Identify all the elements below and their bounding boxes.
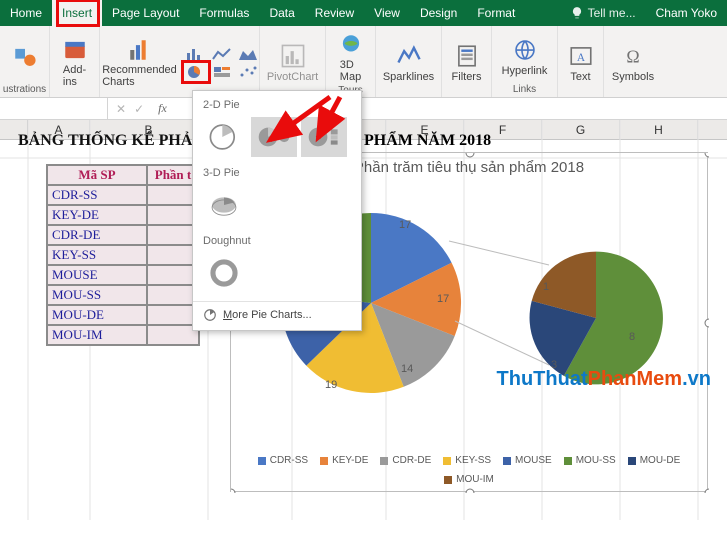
3d-map-button[interactable]: 3D Map <box>336 30 366 85</box>
table-cell[interactable]: MOU-IM <box>47 325 147 345</box>
pivotchart-button[interactable]: PivotChart <box>265 41 320 85</box>
table-cell[interactable]: MOU-SS <box>47 285 147 305</box>
tab-design[interactable]: Design <box>410 0 467 26</box>
account-user[interactable]: Cham Yoko <box>646 0 727 26</box>
dropdown-header-doughnut: Doughnut <box>193 233 361 253</box>
tab-review[interactable]: Review <box>305 0 364 26</box>
cancel-formula-icon[interactable]: ✕ <box>116 102 126 116</box>
name-box[interactable] <box>0 98 108 119</box>
recommended-charts-icon <box>127 37 153 63</box>
sparklines-button[interactable]: Sparklines <box>381 41 436 85</box>
tab-insert[interactable]: Insert <box>52 0 102 26</box>
symbols-button[interactable]: Ω Symbols <box>610 41 656 85</box>
pie-option-doughnut[interactable] <box>201 253 247 293</box>
formula-bar: ✕ ✓ fx <box>0 98 727 120</box>
group-label-illustrations: ustrations <box>3 84 46 95</box>
fx-icon[interactable]: fx <box>152 101 173 116</box>
tell-me-search[interactable]: Tell me... <box>560 0 646 26</box>
insert-scatter-chart-button[interactable] <box>237 64 259 80</box>
pie-icon <box>203 308 217 322</box>
svg-text:A: A <box>576 51 585 63</box>
pie-option-pie-of-pie[interactable] <box>251 117 297 157</box>
shapes-icon <box>12 44 38 70</box>
sparkline-icon <box>396 43 422 69</box>
data-label: 8 <box>629 331 635 343</box>
globe-icon <box>338 32 364 58</box>
textbox-icon: A <box>568 43 594 69</box>
sheet-title-left: BẢNG THỐNG KÊ PHẢN <box>18 132 204 150</box>
tab-view[interactable]: View <box>364 0 410 26</box>
illustrations-placeholder[interactable] <box>10 42 40 72</box>
tab-page-layout[interactable]: Page Layout <box>102 0 189 26</box>
lightbulb-icon <box>570 6 584 20</box>
table-cell[interactable]: MOUSE <box>47 265 147 285</box>
more-pie-charts-button[interactable]: MMore Pie Charts...ore Pie Charts... <box>193 301 361 326</box>
text-button[interactable]: A Text <box>566 41 596 85</box>
data-label: 1 <box>543 281 549 293</box>
insert-hierarchy-chart-button[interactable] <box>211 64 233 80</box>
sheet-title-right: PHẨM NĂM 2018 <box>364 132 491 150</box>
omega-icon: Ω <box>620 43 646 69</box>
hyperlink-icon <box>512 37 538 63</box>
tab-formulas[interactable]: Formulas <box>189 0 259 26</box>
slicer-icon <box>454 43 480 69</box>
dropdown-header-3d-pie: 3-D Pie <box>193 165 361 185</box>
addins-button[interactable]: Add- ins <box>60 35 90 90</box>
tab-format[interactable]: Format <box>467 0 525 26</box>
watermark-logo: ThuThuatPhanMem.vn <box>497 368 711 391</box>
table-cell[interactable]: KEY-DE <box>47 205 147 225</box>
pie-chart-dropdown: 2-D Pie 3-D Pie Doughnut MMore Pie Chart… <box>192 90 362 331</box>
data-table[interactable]: Mã SP Phần t CDR-SS KEY-DE CDR-DE KEY-SS… <box>46 164 200 346</box>
recommended-charts-button[interactable]: Recommended Charts <box>100 35 179 90</box>
pie-option-3d-pie[interactable] <box>201 185 247 225</box>
table-header-ma-sp: Mã SP <box>47 165 147 185</box>
pie-option-2d-pie[interactable] <box>201 117 247 157</box>
enter-formula-icon[interactable]: ✓ <box>134 102 144 116</box>
store-icon <box>62 37 88 63</box>
tab-home[interactable]: Home <box>0 0 52 26</box>
svg-text:Ω: Ω <box>626 46 639 66</box>
table-cell[interactable]: MOU-DE <box>47 305 147 325</box>
hyperlink-button[interactable]: Hyperlink <box>500 35 550 79</box>
filters-button[interactable]: Filters <box>450 41 484 85</box>
chart-type-gallery <box>185 46 259 80</box>
insert-line-chart-button[interactable] <box>211 46 233 62</box>
chart-legend: CDR-SS KEY-DE CDR-DE KEY-SS MOUSE MOU-SS… <box>231 455 707 485</box>
insert-pie-chart-button[interactable] <box>185 64 207 80</box>
pivotchart-icon <box>280 43 306 69</box>
table-cell[interactable]: KEY-SS <box>47 245 147 265</box>
dropdown-header-2d-pie: 2-D Pie <box>193 97 361 117</box>
ribbon-tabstrip: Home Insert Page Layout Formulas Data Re… <box>0 0 727 26</box>
insert-area-chart-button[interactable] <box>237 46 259 62</box>
pie-option-bar-of-pie[interactable] <box>301 117 347 157</box>
tab-data[interactable]: Data <box>259 0 304 26</box>
group-label-links: Links <box>513 84 536 95</box>
ribbon: ustrations Add- ins Recommended Charts <box>0 26 727 98</box>
table-cell[interactable]: CDR-SS <box>47 185 147 205</box>
worksheet-area: A B C D E F G H BẢNG THỐNG KÊ PHẢN PHẨM … <box>0 120 727 534</box>
table-cell[interactable]: CDR-DE <box>47 225 147 245</box>
